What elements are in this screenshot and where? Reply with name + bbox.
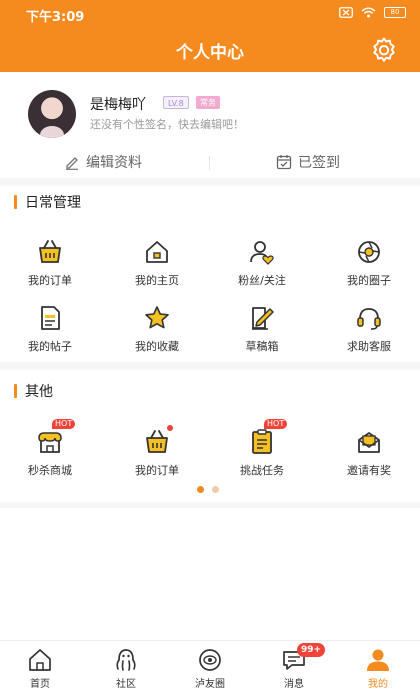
edit-profile-button[interactable]: 编辑资料 [64, 152, 142, 172]
pen-note-icon [252, 307, 274, 330]
grid-item-label: 我的订单 [135, 464, 179, 477]
grid-item-label: 我的圈子 [347, 274, 391, 287]
tab-messages[interactable]: 99+ 消息 [262, 643, 326, 690]
grid-item-invite-reward[interactable]: 邀请有奖 [324, 428, 414, 478]
tab-label: 泸友圈 [195, 679, 225, 690]
grid-item-my-homepage[interactable]: 我的主页 [112, 238, 202, 288]
grid-item-challenge-tasks[interactable]: HOT 挑战任务 [217, 419, 307, 478]
home-icon [29, 649, 51, 671]
grid-item-customer-service[interactable]: 求助客服 [324, 304, 414, 354]
headset-icon [357, 308, 381, 330]
grid-item-label: 挑战任务 [240, 464, 284, 477]
aperture-icon [358, 241, 380, 263]
tab-label: 我的 [368, 679, 388, 690]
carousel-pager[interactable] [197, 486, 219, 493]
pencil-icon [66, 157, 78, 170]
divider [209, 156, 210, 170]
grid-item-my-posts[interactable]: 我的帖子 [5, 304, 95, 354]
profile-actions: 编辑资料 已签到 [0, 152, 420, 174]
document-icon [41, 306, 60, 330]
tab-me[interactable]: 我的 [346, 647, 410, 690]
section-divider [0, 362, 420, 370]
chat-icon-wrap: 99+ [281, 643, 326, 673]
tab-label: 首页 [30, 679, 50, 690]
status-time: 下午3:09 [26, 10, 85, 25]
profile-card[interactable]: 是梅梅吖 LV.8 常务 还没有个性签名，快去编辑吧！ [0, 72, 420, 152]
grid-item-label: 求助客服 [347, 340, 391, 353]
pager-dot[interactable] [212, 486, 219, 493]
home-icon [146, 241, 168, 263]
basket-icon [146, 430, 168, 453]
status-icons: 80 [339, 7, 406, 18]
grid-item-label: 我的订单 [28, 274, 72, 287]
edit-profile-label: 编辑资料 [86, 155, 142, 171]
level-badge: LV.8 [163, 96, 189, 109]
grid-item-label: 秒杀商城 [28, 464, 72, 477]
signin-button[interactable]: 已签到 [276, 152, 340, 172]
grid-item-my-favorites[interactable]: 我的收藏 [112, 304, 202, 354]
title-accent-bar [14, 384, 17, 398]
grid-item-flash-sale[interactable]: HOT 秒杀商城 [5, 419, 95, 478]
daily-section-title: 日常管理 [14, 192, 81, 212]
section-divider [0, 178, 420, 186]
battery-icon: 80 [384, 7, 406, 18]
grid-item-my-circle[interactable]: 我的圈子 [324, 238, 414, 288]
tab-friend-circle[interactable]: 泸友圈 [178, 647, 242, 690]
page-title: 个人中心 [176, 43, 244, 63]
shop-icon [38, 432, 62, 453]
avatar[interactable] [28, 90, 76, 138]
grid-item-my-orders-2[interactable]: 我的订单 [112, 425, 202, 478]
tab-label: 社区 [116, 679, 136, 690]
pager-dot-active[interactable] [197, 486, 204, 493]
clipboard-icon-wrap: HOT [248, 419, 288, 456]
basket-icon [39, 240, 61, 263]
target-icon [199, 649, 221, 671]
clipboard-icon [252, 429, 272, 454]
wifi-icon [361, 7, 376, 18]
other-section-title: 其他 [14, 381, 53, 401]
grid-item-label: 草稿箱 [245, 340, 279, 353]
tab-label: 消息 [284, 679, 304, 690]
octopus-icon [116, 649, 136, 671]
username: 是梅梅吖 [90, 97, 146, 113]
role-badge: 常务 [196, 96, 220, 109]
hot-badge: HOT [52, 419, 76, 429]
calendar-check-icon [276, 155, 292, 170]
hot-badge: HOT [264, 419, 288, 429]
grid-item-fans-follow[interactable]: 粉丝/关注 [217, 238, 307, 288]
grid-item-label: 邀请有奖 [347, 464, 391, 477]
title-accent-bar [14, 195, 17, 209]
star-icon [145, 306, 169, 329]
basket-icon-wrap [143, 425, 173, 456]
section-divider [0, 502, 420, 508]
signin-label: 已签到 [298, 155, 340, 171]
status-bar: 下午3:09 80 [0, 0, 420, 28]
user-heart-icon [250, 241, 274, 265]
mute-icon [339, 7, 353, 18]
gear-icon[interactable] [370, 36, 398, 64]
grid-item-label: 我的主页 [135, 274, 179, 287]
tab-home[interactable]: 首页 [8, 647, 72, 690]
other-title-text: 其他 [25, 384, 53, 400]
header-bar: 下午3:09 80 个人中心 [0, 0, 420, 72]
message-count-badge: 99+ [297, 643, 326, 657]
signature-text[interactable]: 还没有个性签名，快去编辑吧！ [90, 116, 244, 132]
shop-icon-wrap: HOT [36, 419, 76, 456]
notification-dot [167, 425, 173, 431]
envelope-icon [358, 432, 380, 453]
grid-item-drafts[interactable]: 草稿箱 [217, 304, 307, 354]
grid-item-my-orders[interactable]: 我的订单 [5, 238, 95, 288]
grid-item-label: 我的帖子 [28, 340, 72, 353]
tab-community[interactable]: 社区 [94, 647, 158, 690]
person-icon [367, 649, 389, 671]
bottom-tab-bar: 首页 社区 泸友圈 99+ 消息 我的 [0, 640, 420, 700]
grid-item-label: 粉丝/关注 [238, 274, 286, 287]
daily-title-text: 日常管理 [25, 195, 81, 211]
grid-item-label: 我的收藏 [135, 340, 179, 353]
